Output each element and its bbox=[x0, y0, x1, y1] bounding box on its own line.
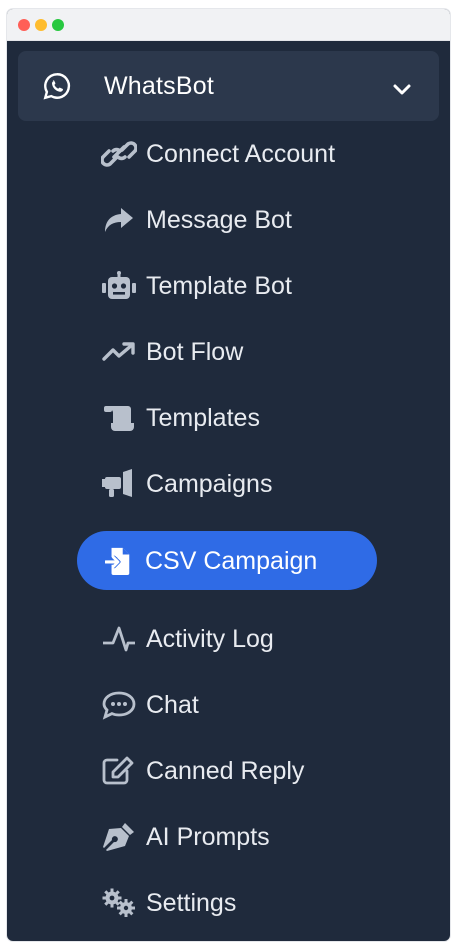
megaphone-icon bbox=[101, 466, 141, 502]
menu-item-label: Templates bbox=[146, 404, 260, 432]
menu-item-label: CSV Campaign bbox=[145, 546, 318, 575]
menu-item-bot-flow[interactable]: Bot Flow bbox=[101, 330, 243, 374]
activity-icon bbox=[101, 621, 141, 657]
trend-up-icon bbox=[101, 334, 141, 370]
share-arrow-icon bbox=[101, 202, 141, 238]
menu-item-connect-account[interactable]: Connect Account bbox=[101, 132, 335, 176]
scroll-icon bbox=[101, 400, 141, 436]
menu-item-label: Settings bbox=[146, 889, 237, 917]
menu-item-label: Activity Log bbox=[146, 625, 274, 653]
menu-item-label: Connect Account bbox=[146, 140, 336, 168]
chat-bubble-icon bbox=[101, 687, 141, 723]
robot-icon bbox=[101, 268, 141, 304]
link-icon bbox=[101, 136, 141, 172]
menu-item-template-bot[interactable]: Template Bot bbox=[101, 264, 292, 308]
menu-item-label: Chat bbox=[146, 691, 199, 719]
browser-window: WhatsBot Connect Account Message Bot Tem… bbox=[7, 9, 450, 941]
menu-item-canned-reply[interactable]: Canned Reply bbox=[101, 749, 304, 793]
menu-item-chat[interactable]: Chat bbox=[101, 683, 199, 727]
menu-item-message-bot[interactable]: Message Bot bbox=[101, 198, 292, 242]
edit-square-icon bbox=[101, 753, 141, 789]
menu-item-label: Campaigns bbox=[146, 470, 273, 498]
pen-nib-icon bbox=[101, 819, 141, 855]
menu-item-label: Message Bot bbox=[146, 206, 292, 234]
menu-item-label: Bot Flow bbox=[146, 338, 244, 366]
menu-item-label: AI Prompts bbox=[146, 823, 270, 851]
menu-item-label: Canned Reply bbox=[146, 757, 305, 785]
menu-item-templates[interactable]: Templates bbox=[101, 396, 260, 440]
menu-item-campaigns[interactable]: Campaigns bbox=[101, 462, 272, 506]
submenu: Connect Account Message Bot Template Bot bbox=[7, 9, 450, 941]
gears-icon bbox=[101, 885, 141, 921]
menu-item-settings[interactable]: Settings bbox=[101, 881, 236, 925]
menu-item-ai-prompts[interactable]: AI Prompts bbox=[101, 815, 270, 859]
menu-item-activity-log[interactable]: Activity Log bbox=[101, 617, 274, 661]
menu-item-label: Template Bot bbox=[146, 272, 292, 300]
menu-item-csv-campaign[interactable]: CSV Campaign bbox=[77, 531, 377, 590]
file-import-icon bbox=[105, 543, 135, 579]
